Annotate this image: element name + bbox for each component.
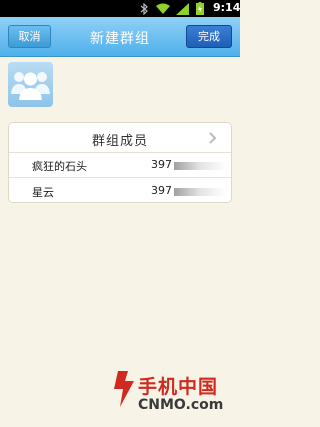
member-name: 疯狂的石头 <box>32 160 87 173</box>
phone-redaction <box>174 188 226 196</box>
member-phone: 397 <box>151 184 172 197</box>
watermark-en: CNMO.com <box>138 397 224 413</box>
members-header-label: 群组成员 <box>91 134 148 149</box>
chevron-right-icon <box>209 132 217 144</box>
title-bar: 取消 新建群组 完成 <box>0 17 240 57</box>
status-clock: 9:14 <box>213 1 241 14</box>
cnmo-logo-icon <box>114 371 134 407</box>
member-name: 星云 <box>32 186 54 199</box>
member-row[interactable]: 疯狂的石头 397 <box>9 153 231 178</box>
member-phone: 397 <box>151 158 172 171</box>
members-header[interactable]: 群组成员 <box>9 123 231 153</box>
battery-charging-icon <box>196 2 204 15</box>
group-avatar[interactable] <box>8 62 53 107</box>
status-bar: 9:14 <box>0 0 240 17</box>
members-card: 群组成员 疯狂的石头 397 星云 397 <box>8 122 232 203</box>
watermark-cn: 手机中国 <box>138 376 219 398</box>
signal-icon <box>176 3 189 15</box>
phone-redaction <box>174 162 226 170</box>
group-avatar-icon <box>11 72 50 100</box>
bluetooth-icon <box>140 3 148 15</box>
wifi-icon <box>156 3 170 14</box>
done-button[interactable]: 完成 <box>186 25 232 48</box>
member-row[interactable]: 星云 397 <box>9 179 231 202</box>
